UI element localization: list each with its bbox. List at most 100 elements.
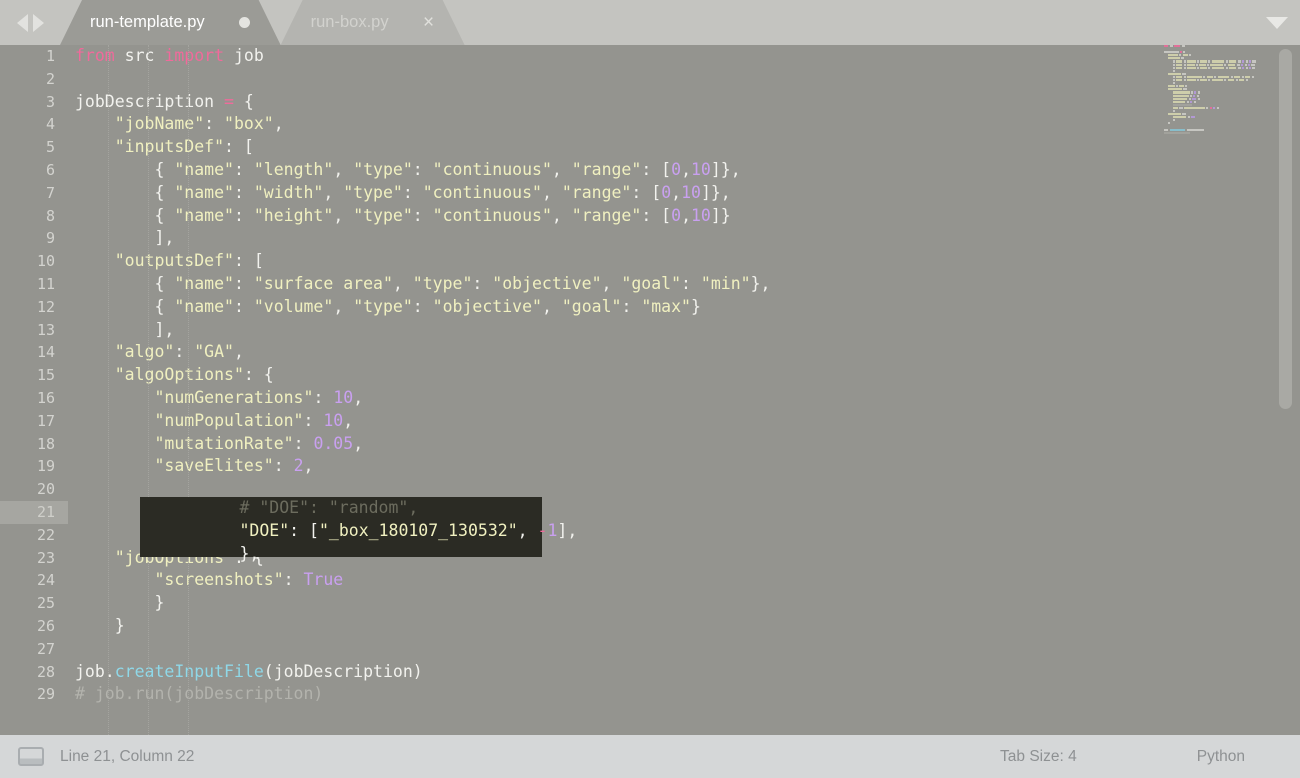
minimap-token bbox=[1197, 79, 1200, 82]
code-line[interactable]: "algo": "GA", bbox=[68, 341, 1128, 364]
arrow-right-icon[interactable] bbox=[32, 13, 44, 32]
code-token: : bbox=[412, 159, 433, 179]
minimap-token bbox=[1164, 128, 1169, 131]
code-token: "type" bbox=[353, 159, 413, 179]
code-line[interactable]: }, bbox=[140, 543, 542, 566]
code-line[interactable]: { "name": "height", "type": "continuous"… bbox=[68, 205, 1128, 228]
minimap-token bbox=[1176, 79, 1183, 82]
code-token: : bbox=[233, 273, 254, 293]
code-token: , bbox=[233, 342, 244, 362]
code-token: "name" bbox=[174, 182, 234, 202]
code-line[interactable]: ], bbox=[68, 319, 1128, 342]
minimap-token bbox=[1214, 75, 1217, 79]
minimap-token bbox=[1186, 128, 1204, 131]
code-line[interactable]: "numPopulation": 10, bbox=[68, 410, 1128, 433]
highlighted-code-block[interactable]: # "DOE": "random", "DOE": ["_box_180107_… bbox=[140, 497, 577, 563]
code-line[interactable]: jobDescription = { bbox=[68, 91, 1128, 114]
code-line[interactable]: { "name": "surface area", "type": "objec… bbox=[68, 273, 1128, 296]
minimap-token bbox=[1172, 82, 1175, 85]
status-tab-size[interactable]: Tab Size: 4 bbox=[1000, 748, 1077, 766]
minimap-token bbox=[1183, 60, 1186, 63]
tab-bar: run-template.py run-box.py × bbox=[0, 0, 1300, 45]
code-line[interactable]: "jobName": "box", bbox=[68, 113, 1128, 136]
minimap-token bbox=[1172, 106, 1179, 109]
line-number: 2 bbox=[45, 69, 55, 88]
line-number: 20 bbox=[36, 480, 55, 499]
line-number: 21 bbox=[0, 500, 68, 524]
minimap-token bbox=[1172, 79, 1175, 82]
code-line[interactable]: # job.run(jobDescription) bbox=[68, 683, 1128, 706]
code-line[interactable]: "outputsDef": [ bbox=[68, 250, 1128, 273]
code-line[interactable]: "mutationRate": 0.05, bbox=[68, 433, 1128, 456]
minimap-token bbox=[1208, 60, 1211, 63]
minimap-token bbox=[1188, 97, 1191, 100]
minimap-token bbox=[1199, 63, 1206, 66]
console-panel-icon[interactable] bbox=[18, 747, 44, 766]
code-token: "mutationRate" bbox=[154, 433, 294, 453]
code-line[interactable]: "numGenerations": 10, bbox=[68, 387, 1128, 410]
vertical-scrollbar-track[interactable] bbox=[1272, 45, 1300, 735]
code-token: : bbox=[303, 410, 324, 430]
line-number: 17 bbox=[36, 411, 55, 430]
code-line[interactable]: "DOE": ["_box_180107_130532", -1], bbox=[140, 520, 577, 543]
code-editor[interactable]: 1 2 3 4 5 6 7 8 9 10 11 12 13 14 15 16 17 18 19 20 21 22 23 24 2… bbox=[0, 45, 1300, 735]
code-token: 10 bbox=[691, 159, 711, 179]
code-token: ], bbox=[75, 228, 175, 248]
code-line[interactable]: "algoOptions": { bbox=[68, 364, 1128, 387]
code-line[interactable]: # "DOE": "random", bbox=[140, 497, 542, 520]
minimap-token bbox=[1217, 75, 1230, 79]
code-minimap[interactable] bbox=[1160, 45, 1272, 735]
code-line[interactable]: } bbox=[68, 615, 1128, 638]
code-token: "jobName" bbox=[114, 114, 205, 134]
minimap-token bbox=[1235, 79, 1238, 82]
code-content[interactable]: from src import job jobDescription = { "… bbox=[68, 45, 1128, 735]
code-token: "range" bbox=[571, 205, 642, 225]
tab-dirty-indicator[interactable] bbox=[235, 17, 255, 28]
code-line[interactable]: "inputsDef": [ bbox=[68, 136, 1128, 159]
code-line[interactable]: from src import job bbox=[68, 45, 1128, 68]
code-token: { bbox=[75, 273, 175, 293]
code-token: { bbox=[75, 296, 175, 316]
minimap-token bbox=[1191, 116, 1196, 119]
code-token: "type" bbox=[353, 205, 413, 225]
line-number: 6 bbox=[45, 160, 55, 179]
code-line[interactable]: "saveElites": 2, bbox=[68, 455, 1128, 478]
line-number: 27 bbox=[36, 639, 55, 658]
minimap-token bbox=[1200, 60, 1207, 63]
code-line[interactable] bbox=[68, 638, 1128, 661]
code-token: } bbox=[690, 296, 701, 316]
minimap-token bbox=[1187, 116, 1190, 119]
minimap-token bbox=[1209, 106, 1212, 109]
minimap-token bbox=[1168, 88, 1183, 91]
tab-run-box-py[interactable]: run-box.py × bbox=[281, 0, 465, 45]
tab-list-menu-button[interactable] bbox=[1254, 0, 1300, 45]
code-line[interactable]: { "name": "volume", "type": "objective",… bbox=[68, 296, 1128, 319]
code-token: "objective" bbox=[492, 273, 602, 293]
code-token: "_box_180107_130532" bbox=[318, 520, 518, 540]
line-number: 23 bbox=[36, 548, 55, 567]
tab-close-button[interactable]: × bbox=[419, 13, 439, 32]
code-line[interactable]: { "name": "length", "type": "continuous"… bbox=[68, 159, 1128, 182]
status-language[interactable]: Python bbox=[1197, 748, 1245, 766]
status-cursor-position[interactable]: Line 21, Column 22 bbox=[60, 748, 194, 766]
line-number: 5 bbox=[45, 138, 55, 157]
minimap-token bbox=[1172, 116, 1187, 119]
code-line[interactable]: } bbox=[68, 592, 1128, 615]
code-token: "range" bbox=[571, 159, 642, 179]
code-line[interactable]: "screenshots": True bbox=[68, 569, 1128, 592]
tab-run-template-py[interactable]: run-template.py bbox=[60, 0, 281, 45]
minimap-token bbox=[1186, 100, 1189, 103]
arrow-left-icon[interactable] bbox=[16, 13, 28, 32]
code-line[interactable]: ], bbox=[68, 227, 1128, 250]
code-token: , bbox=[333, 205, 354, 225]
code-token: "outputsDef" bbox=[114, 251, 234, 271]
minimap-token bbox=[1169, 45, 1173, 48]
minimap-token bbox=[1183, 88, 1187, 91]
code-line[interactable]: job.createInputFile(jobDescription) bbox=[68, 661, 1128, 684]
code-line[interactable]: { "name": "width", "type": "continuous",… bbox=[68, 182, 1128, 205]
code-token: "goal" bbox=[561, 296, 622, 316]
minimap-token bbox=[1185, 85, 1188, 88]
code-line[interactable] bbox=[68, 68, 1128, 91]
vertical-scrollbar-thumb[interactable] bbox=[1279, 49, 1292, 409]
